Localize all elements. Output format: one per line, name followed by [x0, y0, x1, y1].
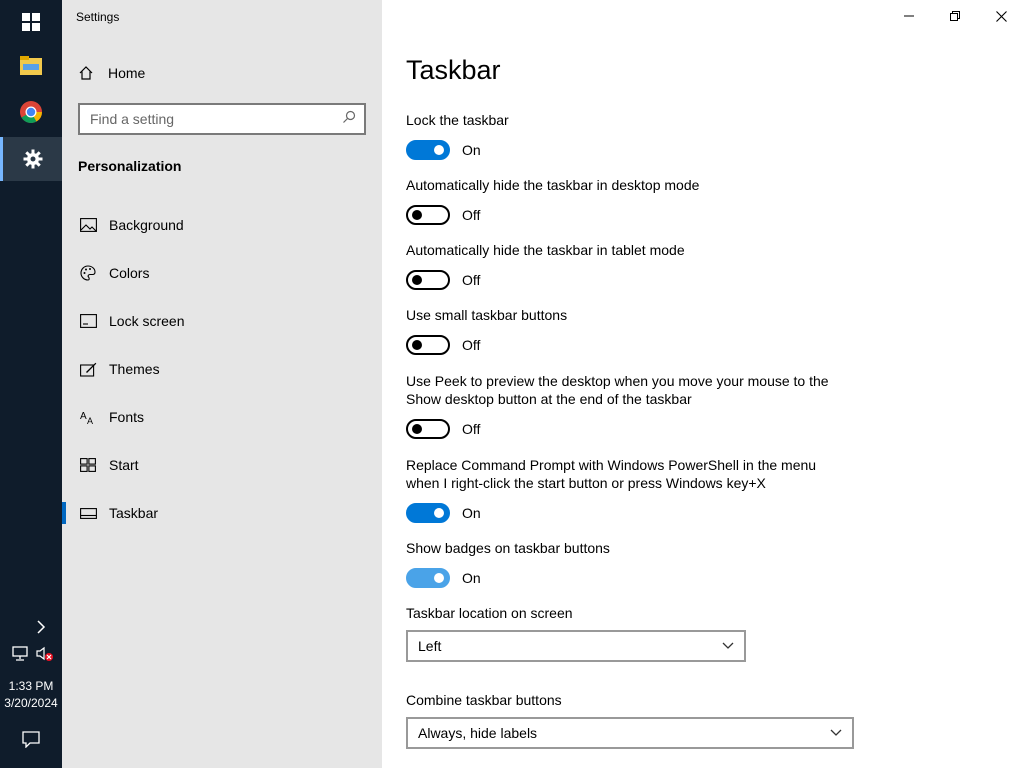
nav-item-label: Background	[109, 217, 184, 233]
setting-label: Taskbar location on screen	[406, 605, 573, 621]
search-box[interactable]	[78, 103, 366, 135]
nav-item-background[interactable]: Background	[62, 207, 382, 243]
action-center-icon	[22, 731, 40, 749]
image-icon	[78, 215, 98, 235]
setting-small-buttons: Use small taskbar buttons Off	[406, 306, 846, 356]
svg-text:A: A	[87, 416, 93, 425]
minimize-icon	[904, 15, 914, 17]
network-tray-button[interactable]	[12, 646, 30, 667]
section-heading: Personalization	[78, 158, 182, 174]
lock-taskbar-toggle[interactable]	[406, 140, 450, 160]
restore-icon	[950, 11, 960, 21]
toggle-state: Off	[462, 337, 481, 353]
nav-item-colors[interactable]: Colors	[62, 255, 382, 291]
setting-label: Show badges on taskbar buttons	[406, 540, 610, 556]
setting-peek: Use Peek to preview the desktop when you…	[406, 372, 846, 440]
start-icon	[78, 455, 98, 475]
nav-item-label: Colors	[109, 265, 150, 281]
setting-label: Replace Command Prompt with Windows Powe…	[406, 457, 817, 491]
nav-item-lock-screen[interactable]: Lock screen	[62, 303, 382, 339]
toggle-state: On	[462, 505, 481, 521]
app-title: Settings	[76, 10, 120, 24]
setting-location: Taskbar location on screen Left	[406, 604, 746, 662]
toggle-state: On	[462, 142, 481, 158]
search-input[interactable]	[90, 111, 342, 127]
themes-icon	[78, 359, 98, 379]
chevron-down-icon	[722, 642, 734, 649]
toggle-state: Off	[462, 421, 481, 437]
lock-screen-icon	[78, 311, 98, 331]
minimize-button[interactable]	[886, 0, 932, 32]
setting-label: Automatically hide the taskbar in tablet…	[406, 242, 685, 258]
peek-toggle[interactable]	[406, 419, 450, 439]
search-icon[interactable]	[342, 110, 356, 129]
start-button[interactable]	[0, 0, 62, 44]
chevron-right-icon	[37, 620, 46, 634]
setting-lock-taskbar: Lock the taskbar On	[406, 111, 846, 161]
setting-label: Use Peek to preview the desktop when you…	[406, 373, 829, 407]
chrome-icon	[20, 101, 42, 123]
setting-label: Lock the taskbar	[406, 112, 509, 128]
taskbar-icon	[78, 503, 98, 523]
setting-autohide-desktop: Automatically hide the taskbar in deskto…	[406, 176, 846, 226]
nav-item-label: Fonts	[109, 409, 145, 425]
setting-combine: Combine taskbar buttons Always, hide lab…	[406, 691, 854, 749]
page-title: Taskbar	[406, 55, 501, 85]
nav-item-label: Lock screen	[109, 313, 185, 329]
setting-label: Combine taskbar buttons	[406, 692, 562, 708]
setting-label: Use small taskbar buttons	[406, 307, 568, 323]
chrome-button[interactable]	[0, 90, 62, 134]
network-icon	[12, 646, 28, 661]
home-nav-item[interactable]: Home	[76, 58, 145, 88]
small-buttons-toggle[interactable]	[406, 335, 450, 355]
autohide-desktop-toggle[interactable]	[406, 205, 450, 225]
dropdown-value: Left	[418, 638, 442, 654]
nav-item-fonts[interactable]: AA Fonts	[62, 399, 382, 435]
taskbar: 1:33 PM 3/20/2024	[0, 0, 62, 768]
clock-date: 3/20/2024	[4, 696, 58, 710]
settings-nav-pane: Settings Home Personalization Background…	[62, 0, 382, 768]
svg-text:A: A	[80, 411, 87, 422]
settings-icon	[23, 149, 42, 169]
nav-item-themes[interactable]: Themes	[62, 351, 382, 387]
restore-button[interactable]	[932, 0, 978, 32]
setting-badges: Show badges on taskbar buttons On	[406, 539, 846, 589]
taskbar-clock[interactable]: 1:33 PM 3/20/2024	[0, 678, 62, 712]
dropdown-value: Always, hide labels	[418, 725, 538, 741]
volume-tray-button[interactable]	[36, 646, 54, 667]
toggle-state: Off	[462, 207, 481, 223]
settings-taskbar-button[interactable]	[0, 137, 62, 181]
close-icon	[995, 10, 1007, 22]
palette-icon	[78, 263, 98, 283]
clock-time: 1:33 PM	[8, 679, 54, 693]
powershell-toggle[interactable]	[406, 503, 450, 523]
file-explorer-button[interactable]	[0, 44, 62, 88]
nav-item-label: Taskbar	[109, 505, 159, 521]
show-hidden-icons-button[interactable]	[36, 620, 46, 639]
content-pane: Taskbar Lock the taskbar On Automaticall…	[382, 0, 1024, 768]
nav-item-taskbar[interactable]: Taskbar	[62, 495, 382, 531]
badges-toggle[interactable]	[406, 568, 450, 588]
nav-item-start[interactable]: Start	[62, 447, 382, 483]
close-button[interactable]	[978, 0, 1024, 32]
taskbar-location-dropdown[interactable]: Left	[406, 630, 746, 662]
nav-item-label: Start	[109, 457, 139, 473]
setting-label: Automatically hide the taskbar in deskto…	[406, 177, 700, 193]
combine-buttons-dropdown[interactable]: Always, hide labels	[406, 717, 854, 749]
setting-autohide-tablet: Automatically hide the taskbar in tablet…	[406, 241, 846, 291]
nav-item-label: Themes	[109, 361, 160, 377]
volume-muted-icon	[36, 646, 53, 661]
home-label: Home	[108, 65, 146, 81]
chevron-down-icon	[830, 729, 842, 736]
autohide-tablet-toggle[interactable]	[406, 270, 450, 290]
windows-logo-icon	[22, 13, 40, 31]
setting-powershell: Replace Command Prompt with Windows Powe…	[406, 456, 846, 524]
action-center-button[interactable]	[21, 730, 41, 753]
file-explorer-icon	[20, 56, 42, 75]
toggle-state: On	[462, 570, 481, 586]
toggle-state: Off	[462, 272, 481, 288]
home-icon	[76, 65, 96, 81]
fonts-icon: AA	[78, 407, 98, 427]
